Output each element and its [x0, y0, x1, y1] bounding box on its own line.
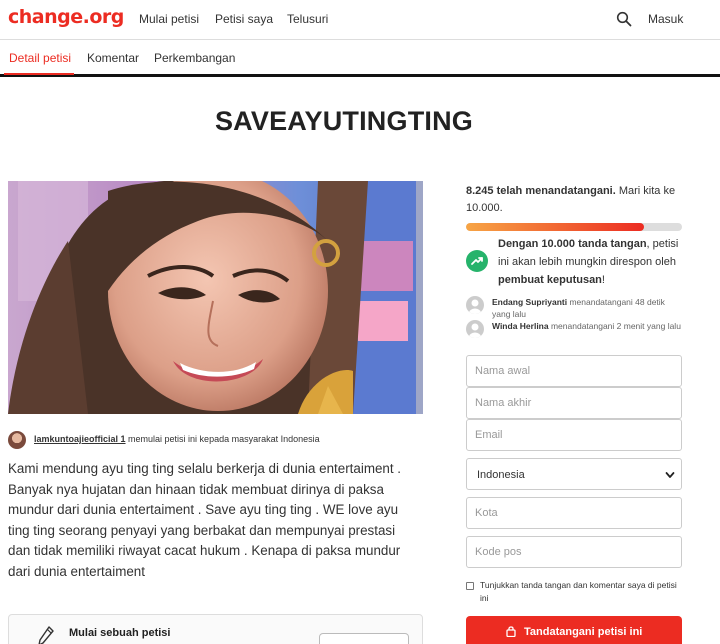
- top-navigation: change.org Mulai petisi Petisi saya Telu…: [0, 0, 720, 40]
- nav-my-petitions[interactable]: Petisi saya: [215, 12, 273, 26]
- tab-petition-details[interactable]: Detail petisi: [9, 51, 71, 65]
- login-link[interactable]: Masuk: [648, 12, 683, 26]
- last-name-field[interactable]: [466, 387, 682, 419]
- starter-name-link[interactable]: lamkuntoajieofficial 1: [34, 434, 126, 444]
- tab-comments[interactable]: Komentar: [87, 51, 139, 65]
- petition-body: Kami mendung ayu ting ting selalu berker…: [8, 461, 402, 579]
- petition-starter: lamkuntoajieofficial 1 memulai petisi in…: [8, 431, 428, 449]
- recent-signer: Winda Herlina menandatangani 2 menit yan…: [466, 320, 682, 342]
- search-icon[interactable]: [616, 11, 632, 27]
- signature-count: 8.245 telah menandatangani. Mari kita ke…: [466, 185, 676, 214]
- petition-title: SAVEAYUTINGTING: [214, 106, 474, 136]
- display-consent-label: Tunjukkan tanda tangan dan komentar saya…: [480, 580, 677, 603]
- signer-name: Endang Supriyanti: [492, 297, 568, 307]
- country-select[interactable]: Indonesia: [466, 458, 682, 490]
- signature-goal-message: Dengan 10.000 tanda tangan, petisi ini a…: [498, 238, 679, 286]
- lock-icon: [506, 626, 516, 637]
- pen-icon: [38, 626, 54, 644]
- display-consent-checkbox[interactable]: [466, 582, 474, 590]
- chevron-down-icon: [665, 472, 675, 478]
- petition-hero-image: [8, 181, 423, 414]
- starter-avatar[interactable]: [8, 431, 26, 449]
- active-tab-indicator: [4, 73, 74, 75]
- user-avatar-icon: [466, 296, 484, 314]
- country-value: Indonesia: [477, 469, 525, 481]
- city-field[interactable]: [466, 497, 682, 529]
- tab-updates[interactable]: Perkembangan: [154, 51, 235, 65]
- signer-name: Winda Herlina: [492, 321, 549, 331]
- sign-petition-label: Tandatangani petisi ini: [524, 626, 643, 638]
- signature-progress-fill: [466, 223, 645, 231]
- start-petition-card: Mulai sebuah petisi: [8, 614, 423, 644]
- nav-browse[interactable]: Telusuri: [287, 12, 328, 26]
- nav-start-petition[interactable]: Mulai petisi: [139, 12, 199, 26]
- recent-signer: Endang Supriyanti menandatangani 48 deti…: [466, 296, 682, 319]
- start-petition-button[interactable]: [319, 633, 409, 644]
- trending-up-icon: [466, 250, 488, 272]
- postal-code-field[interactable]: [466, 536, 682, 568]
- display-consent: Tunjukkan tanda tangan dan komentar saya…: [466, 579, 682, 609]
- signature-progress-bar: [466, 223, 682, 231]
- petition-tabs: Detail petisi Komentar Perkembangan: [0, 41, 720, 77]
- starter-description: memulai petisi ini kepada masyarakat Ind…: [125, 434, 320, 444]
- first-name-field[interactable]: [466, 355, 682, 387]
- change-org-logo[interactable]: change.org: [8, 6, 124, 28]
- start-petition-label: Mulai sebuah petisi: [69, 627, 171, 639]
- sign-petition-button[interactable]: Tandatangani petisi ini: [466, 616, 682, 644]
- user-avatar-icon: [466, 320, 484, 338]
- email-field[interactable]: [466, 419, 682, 451]
